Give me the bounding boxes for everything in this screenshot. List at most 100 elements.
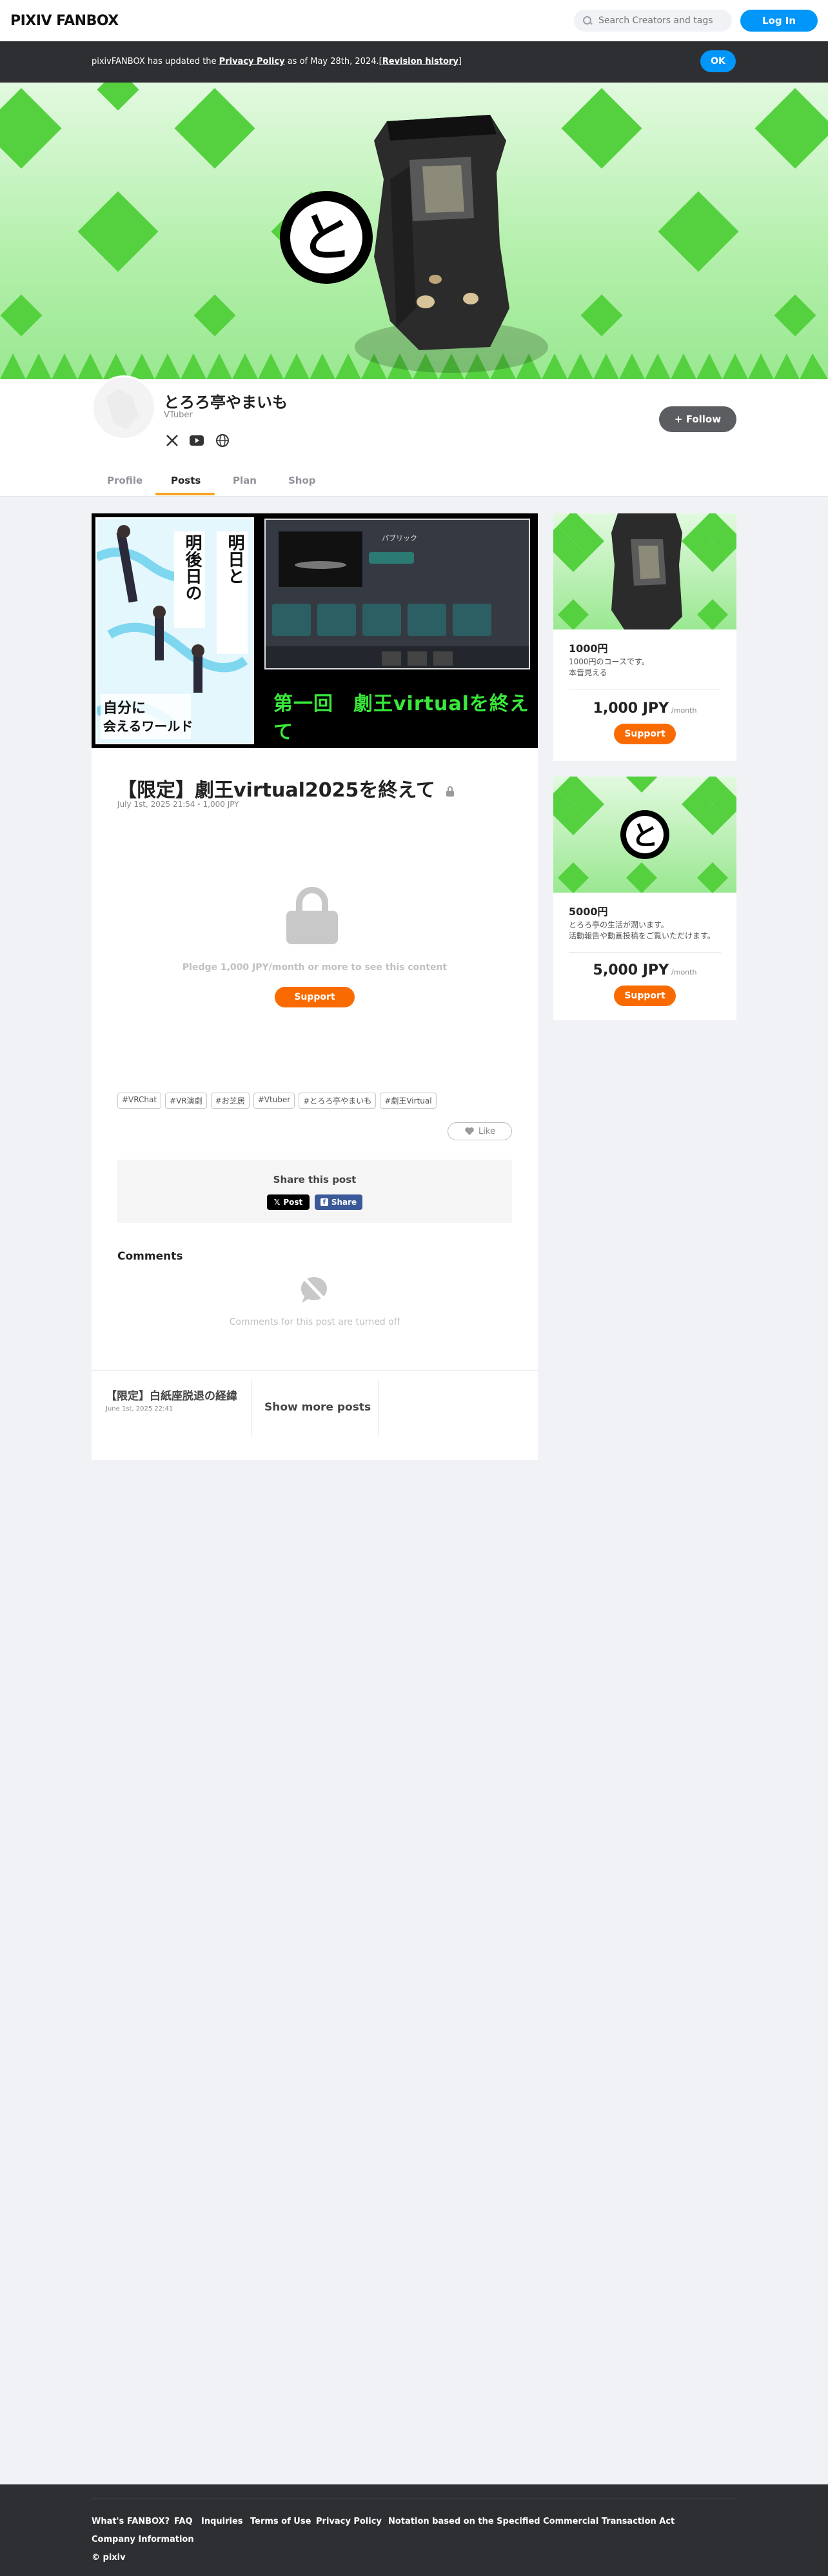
share-fb-label: Share [331,1198,357,1207]
plan-5000-price: 5,000 JPY/month [553,962,736,978]
heart-icon [465,1127,474,1135]
privacy-notice-text: pixivFANBOX has updated the Privacy Poli… [92,57,462,66]
plan-5000-price-amount: 5,000 JPY [593,962,669,978]
plan-1000-price-amount: 1,000 JPY [593,700,669,717]
share-title: Share this post [273,1174,357,1185]
share-x-button[interactable]: 𝕏 Post [267,1194,310,1210]
nav-separator-1 [251,1380,252,1437]
tag-vrchat[interactable]: #VRChat [117,1093,162,1109]
creator-category: VTuber [164,410,193,420]
comments-title: Comments [117,1250,183,1263]
plan-1000-desc-line-2: 本音見える [569,668,607,678]
privacy-policy-link[interactable]: Privacy Policy [219,57,285,66]
revision-history-link[interactable]: Revision history [382,57,458,66]
post-cover-image: 明日と 明後日の 自分に 会えるワールド パブリック 第一回 劇王virtual… [92,513,538,748]
manga-line-1: 明日と [225,534,244,584]
creator-avatar[interactable] [92,375,156,440]
follow-button[interactable]: + Follow [659,406,736,432]
search-bar[interactable] [574,10,732,32]
plan-5000-support-button[interactable]: Support [614,986,676,1006]
notice-suffix: ] [458,57,462,66]
cover-character-illustration: と [280,115,548,373]
manga-line-4: 会えるワールド [103,718,193,734]
tab-shop[interactable]: Shop [288,475,316,486]
footer-link-company-info[interactable]: Company Information [92,2535,194,2544]
footer-copyright: © pixiv [92,2553,126,2562]
comments-off-message: Comments for this post are turned off [229,1317,400,1327]
tag-oshibai[interactable]: #お芝居 [210,1093,250,1109]
post-support-button[interactable]: Support [275,987,355,1007]
cover-image: と [0,83,828,379]
footer-link-whats-fanbox[interactable]: What's FANBOX? [92,2517,170,2526]
share-x-label: Post [283,1198,303,1207]
vrchat-screenshot: パブリック [264,519,530,669]
prev-post-link[interactable]: 【限定】白紙座脱退の経緯 June 1st, 2025 22:41 [106,1391,248,1412]
plan-1000-name: 1000円 [569,642,608,655]
nav-separator-2 [378,1380,379,1437]
comments-disabled-icon [301,1276,328,1303]
plan-1000-image [553,513,736,629]
manga-line-3: 自分に [103,700,146,717]
plan-5000-desc-line-1: とろろ亭の生活が潤います。 [569,920,669,929]
episode-title: 第一回 劇王virtualを終えて [273,693,529,744]
active-tab-underline [155,493,215,495]
tag-vr-engeki[interactable]: #VR演劇 [165,1093,207,1109]
login-button[interactable]: Log In [740,10,818,32]
plan-emblem-char: と [631,820,658,851]
notice-ok-button[interactable]: OK [700,50,736,72]
tab-profile[interactable]: Profile [107,475,143,486]
plan-1000-price: 1,000 JPY/month [553,700,736,717]
pledge-message: Pledge 1,000 JPY/month or more to see th… [182,962,448,973]
prev-post-title: 【限定】白紙座脱退の経緯 [106,1390,237,1403]
show-more-posts-link[interactable]: Show more posts [264,1401,371,1414]
tab-posts[interactable]: Posts [171,475,201,486]
lock-icon [446,786,455,797]
plan-1000-desc-line-1: 1000円のコースです。 [569,657,649,666]
tag-gekiou-virtual[interactable]: #劇王Virtual [380,1093,437,1109]
prev-post-date: June 1st, 2025 22:41 [106,1405,173,1412]
footer-link-terms[interactable]: Terms of Use [250,2517,311,2526]
share-section: Share this post 𝕏 Post f Share [117,1160,512,1223]
globe-icon[interactable] [214,432,231,449]
footer-link-faq[interactable]: FAQ [174,2517,193,2526]
plan-1000-support-button[interactable]: Support [614,724,676,744]
tag-creator[interactable]: #とろろ亭やまいも [299,1093,377,1109]
large-lock-icon [286,887,338,944]
like-button[interactable]: Like [448,1122,512,1140]
plan-5000-image: と [553,777,736,893]
tag-vtuber[interactable]: #Vtuber [253,1093,295,1109]
post-divider [92,1370,538,1371]
x-icon[interactable] [164,432,181,449]
plan-card-1000: 1000円 1000円のコースです。 本音見える 1,000 JPY/month… [553,513,736,761]
post-meta: July 1st, 2025 21:54・1,000 JPY [117,800,239,809]
like-label: Like [478,1126,495,1136]
tab-plan[interactable]: Plan [233,475,257,486]
plan-1000-desc: 1000円のコースです。 本音見える [569,657,649,679]
manga-line-2: 明後日の [182,534,202,601]
creator-name[interactable]: とろろ亭やまいも [164,390,288,412]
footer-link-commercial-notation[interactable]: Notation based on the Specified Commerci… [388,2517,675,2526]
screen-header-text: パブリック [382,534,417,542]
plan-5000-desc-line-2: 活動報告や動画投稿をご覧いただけます。 [569,931,715,941]
notice-prefix: pixivFANBOX has updated the [92,57,219,66]
youtube-icon[interactable] [188,432,205,449]
x-small-icon: 𝕏 [273,1198,281,1207]
plan-5000-desc: とろろ亭の生活が潤います。 活動報告や動画投稿をご覧いただけます。 [569,920,715,942]
tag-list: #VRChat #VR演劇 #お芝居 #Vtuber #とろろ亭やまいも #劇王… [117,1093,437,1109]
plan-5000-price-per: /month [671,968,697,976]
plan-card-5000: と 5000円 とろろ亭の生活が潤います。 活動報告や動画投稿をご覧いただけます… [553,777,736,1020]
plan-5000-name: 5000円 [569,906,608,918]
plan-5000-divider [569,952,721,953]
post-card: 明日と 明後日の 自分に 会えるワールド パブリック 第一回 劇王virtual… [92,513,538,1460]
footer-link-privacy[interactable]: Privacy Policy [316,2517,382,2526]
search-icon [583,16,592,25]
search-input[interactable] [598,15,715,26]
fanbox-logo[interactable]: PIXIV FANBOX [10,13,119,29]
share-facebook-button[interactable]: f Share [315,1194,362,1210]
site-footer: What's FANBOX? FAQ Inquiries Terms of Us… [0,2484,828,2576]
footer-link-inquiries[interactable]: Inquiries [201,2517,243,2526]
notice-middle: as of May 28th, 2024.[ [284,57,382,66]
cover-emblem-char: と [301,208,352,268]
facebook-icon: f [320,1198,328,1206]
plan-1000-price-per: /month [671,706,697,715]
